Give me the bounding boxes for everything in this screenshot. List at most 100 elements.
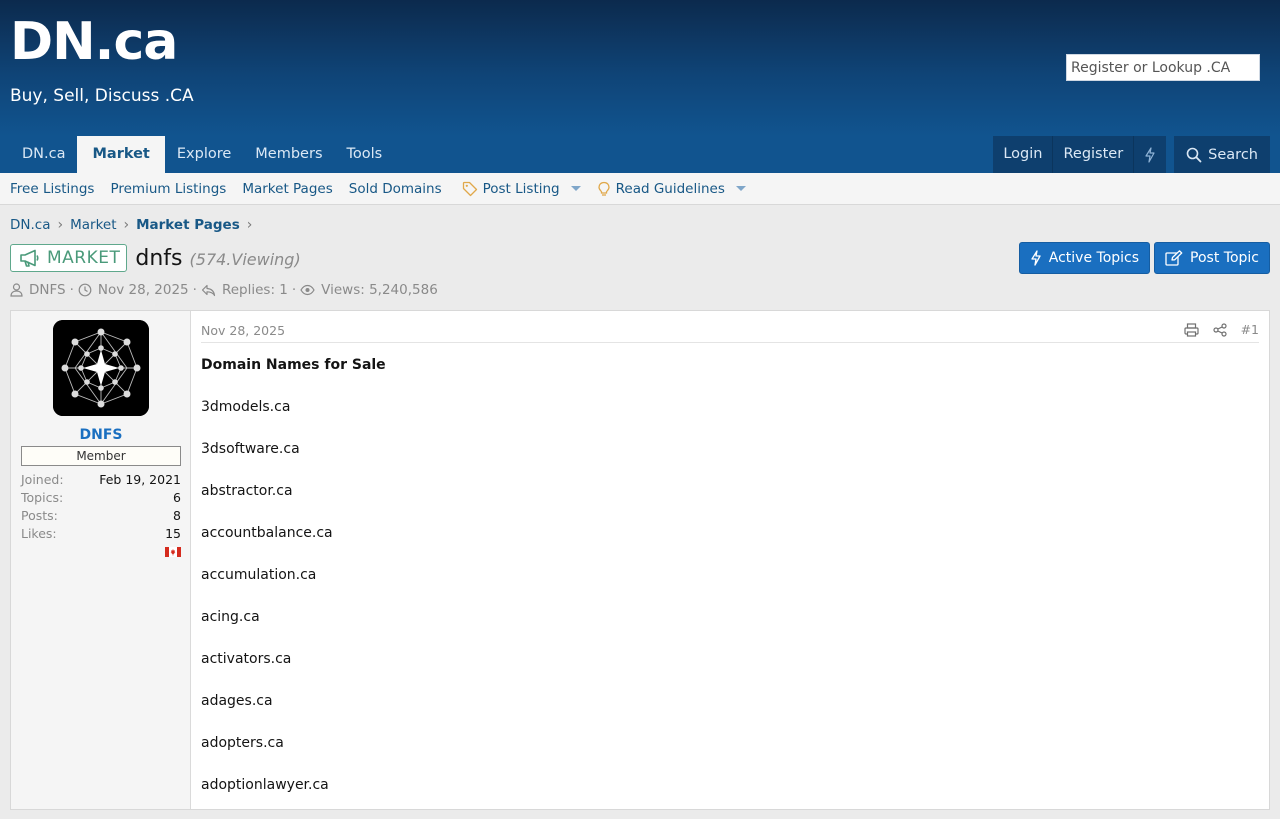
subnav-market-pages[interactable]: Market Pages xyxy=(242,181,332,197)
search-icon xyxy=(1186,147,1202,162)
nav-tab-tools[interactable]: Tools xyxy=(335,136,395,173)
thread-views: Views: 5,240,586 xyxy=(321,282,438,298)
extra-value[interactable]: 6 xyxy=(173,490,181,508)
subnav-post-listing[interactable]: Post Listing xyxy=(462,181,581,197)
main-nav: DN.ca Market Explore Members Tools Login… xyxy=(0,136,1280,173)
user-title-badge: Member xyxy=(21,446,181,466)
thread-meta: DNFS · Nov 28, 2025 · Replies: 1 · Views… xyxy=(10,282,438,298)
breadcrumb: DN.ca › Market › Market Pages › xyxy=(10,217,259,233)
breadcrumb-market-pages[interactable]: Market Pages xyxy=(136,217,240,233)
user-extras: Joined: Feb 19, 2021 Topics: 6 Posts: 8 … xyxy=(21,472,181,544)
thread-date[interactable]: Nov 28, 2025 xyxy=(98,282,189,298)
active-topics-button[interactable]: Active Topics xyxy=(1018,242,1151,274)
clock-icon xyxy=(78,283,92,297)
thread-actions: Active Topics Post Topic xyxy=(1018,242,1270,274)
print-icon[interactable] xyxy=(1183,322,1199,337)
nav-tab-dnca[interactable]: DN.ca xyxy=(10,136,77,173)
megaphone-icon xyxy=(20,249,39,267)
post-body: Domain Names for Sale 3dmodels.ca 3dsoft… xyxy=(201,357,386,819)
meta-separator: · xyxy=(291,282,297,298)
user-extra-posts: Posts: 8 xyxy=(21,508,181,526)
user-extra-likes: Likes: 15 xyxy=(21,526,181,544)
nav-tabs: DN.ca Market Explore Members Tools xyxy=(10,136,394,173)
thread-author[interactable]: DNFS xyxy=(29,282,66,298)
post-topic-label: Post Topic xyxy=(1190,250,1259,266)
post-date[interactable]: Nov 28, 2025 xyxy=(201,323,285,338)
domain-lookup-input[interactable] xyxy=(1066,54,1260,81)
domain-item: abstractor.ca xyxy=(201,483,293,499)
meta-separator: · xyxy=(192,282,197,298)
subnav-read-guidelines[interactable]: Read Guidelines xyxy=(597,181,746,197)
bolt-icon xyxy=(1031,250,1041,266)
thread-replies: Replies: 1 xyxy=(221,282,288,298)
chevron-right-icon: › xyxy=(246,217,253,233)
site-logo[interactable]: DN.ca xyxy=(10,12,178,72)
tag-icon xyxy=(462,181,477,196)
post-heading: Domain Names for Sale xyxy=(201,357,386,373)
post-topic-button[interactable]: Post Topic xyxy=(1154,242,1270,274)
share-icon[interactable] xyxy=(1212,322,1227,337)
domain-item: adages.ca xyxy=(201,693,273,709)
market-prefix-label[interactable]: MARKET xyxy=(10,244,128,272)
search-label: Search xyxy=(1208,146,1258,163)
extra-label: Posts: xyxy=(21,508,58,523)
avatar-image xyxy=(53,320,149,416)
subnav-premium-listings[interactable]: Premium Listings xyxy=(110,181,226,197)
post-number[interactable]: #1 xyxy=(1241,322,1259,337)
user-extra-joined: Joined: Feb 19, 2021 xyxy=(21,472,181,490)
subnav-sold-domains[interactable]: Sold Domains xyxy=(349,181,442,197)
meta-separator: · xyxy=(69,282,74,298)
lightbulb-icon xyxy=(597,181,610,196)
post-username[interactable]: DNFS xyxy=(11,427,191,443)
whats-new-button[interactable] xyxy=(1133,136,1166,173)
domain-item: activators.ca xyxy=(201,651,292,667)
nav-tab-members[interactable]: Members xyxy=(243,136,334,173)
bolt-icon xyxy=(1145,146,1155,163)
avatar[interactable] xyxy=(53,320,149,416)
domain-item: acing.ca xyxy=(201,609,260,625)
user-icon xyxy=(10,283,23,297)
extra-label: Topics: xyxy=(21,490,64,505)
site-tagline: Buy, Sell, Discuss .CA xyxy=(10,86,194,106)
chevron-right-icon: › xyxy=(123,217,130,233)
nav-account: Login Register Search xyxy=(993,136,1270,173)
domain-item: accountbalance.ca xyxy=(201,525,333,541)
site-header: DN.ca Buy, Sell, Discuss .CA xyxy=(0,0,1280,136)
canada-flag-icon xyxy=(165,547,181,557)
chevron-down-icon xyxy=(735,186,746,191)
domain-item: accumulation.ca xyxy=(201,567,317,583)
post-tools: #1 xyxy=(1183,322,1259,337)
register-link[interactable]: Register xyxy=(1052,136,1133,173)
post-user-cell: DNFS Member Joined: Feb 19, 2021 Topics:… xyxy=(11,311,191,809)
subnav-free-listings[interactable]: Free Listings xyxy=(10,181,94,197)
reply-icon xyxy=(201,284,216,296)
market-prefix-text: MARKET xyxy=(47,248,121,268)
domain-item: 3dsoftware.ca xyxy=(201,441,300,457)
extra-label: Likes: xyxy=(21,526,57,541)
chevron-down-icon xyxy=(570,186,581,191)
edit-icon xyxy=(1165,250,1183,266)
breadcrumb-dnca[interactable]: DN.ca xyxy=(10,217,50,233)
viewing-count: (574.Viewing) xyxy=(189,250,301,269)
sub-nav: Free Listings Premium Listings Market Pa… xyxy=(0,173,1280,205)
extra-value: 8 xyxy=(173,508,181,523)
post-listing-label: Post Listing xyxy=(482,180,560,197)
domain-item: 3dmodels.ca xyxy=(201,399,291,415)
domain-item: adoptionlawyer.ca xyxy=(201,777,329,793)
thread-title-row: MARKET dnfs (574.Viewing) xyxy=(10,244,301,272)
breadcrumb-market[interactable]: Market xyxy=(70,217,116,233)
account-group: Login Register xyxy=(993,136,1167,173)
nav-tab-explore[interactable]: Explore xyxy=(165,136,243,173)
extra-label: Joined: xyxy=(21,472,64,487)
extra-value: 15 xyxy=(165,526,181,541)
extra-value: Feb 19, 2021 xyxy=(99,472,181,487)
post: DNFS Member Joined: Feb 19, 2021 Topics:… xyxy=(10,310,1270,810)
nav-tab-market[interactable]: Market xyxy=(77,136,165,173)
login-link[interactable]: Login xyxy=(993,136,1052,173)
active-topics-label: Active Topics xyxy=(1048,250,1140,266)
thread-title: dnfs xyxy=(135,245,183,271)
domain-item: adopters.ca xyxy=(201,735,284,751)
read-guidelines-label: Read Guidelines xyxy=(615,180,725,197)
search-button[interactable]: Search xyxy=(1174,136,1270,173)
post-header: Nov 28, 2025 #1 xyxy=(201,322,1259,343)
